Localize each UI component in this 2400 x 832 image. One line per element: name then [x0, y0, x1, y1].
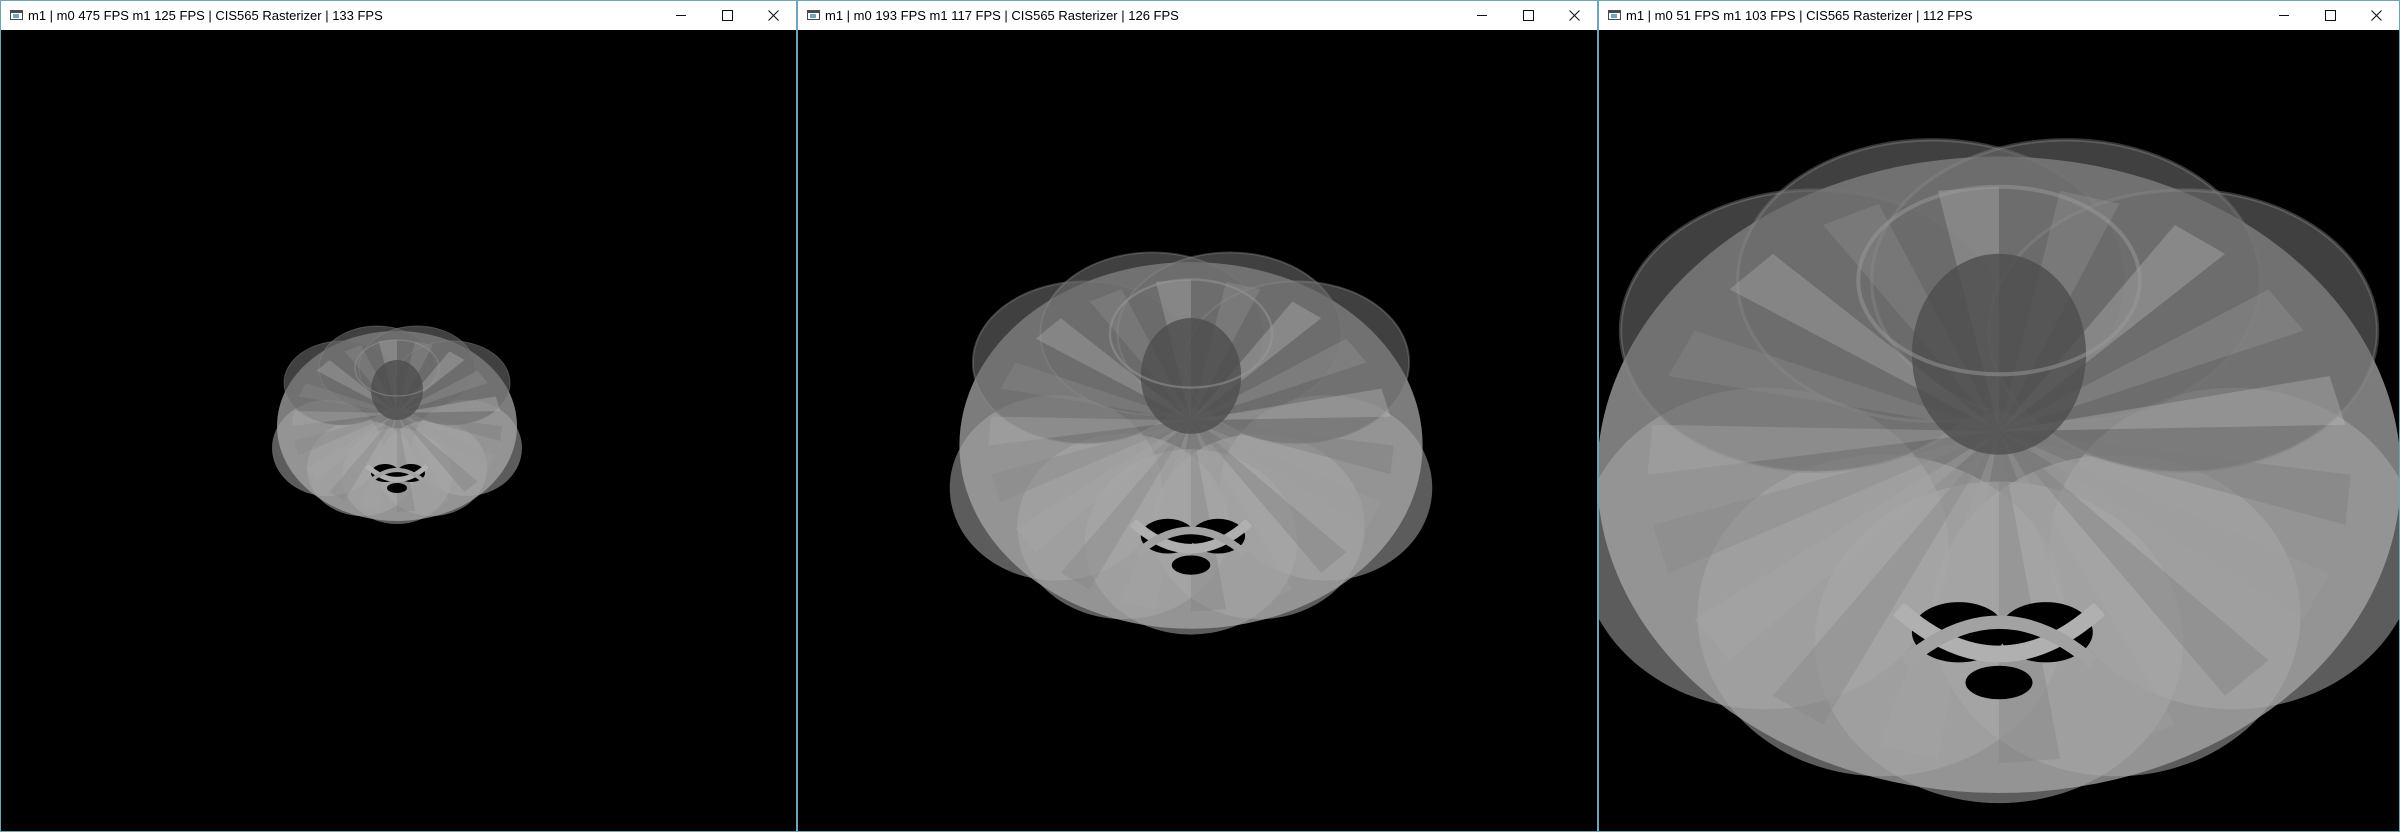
window-title: m1 | m0 193 FPS m1 117 FPS | CIS565 Rast… [825, 8, 1179, 23]
maximize-icon [2324, 10, 2336, 21]
close-icon [1568, 10, 1580, 21]
mesh-group [949, 251, 1433, 635]
rendered-mesh [1599, 138, 2399, 804]
title-bar[interactable]: m1 | m0 193 FPS m1 117 FPS | CIS565 Rast… [798, 0, 1597, 30]
close-button[interactable] [750, 1, 796, 30]
maximize-button[interactable] [2307, 1, 2353, 30]
rendered-mesh [272, 325, 522, 524]
mesh-inner-tube [371, 360, 423, 420]
maximize-button[interactable] [1505, 1, 1551, 30]
mesh-inner-tube [1911, 253, 2087, 455]
minimize-button[interactable] [658, 1, 704, 30]
render-viewport[interactable] [798, 30, 1597, 831]
maximize-button[interactable] [704, 1, 750, 30]
rasterizer-window-3[interactable]: m1 | m0 51 FPS m1 103 FPS | CIS565 Raste… [1598, 0, 2400, 832]
desktop: m1 | m0 475 FPS m1 125 FPS | CIS565 Rast… [0, 0, 2400, 832]
window-title: m1 | m0 51 FPS m1 103 FPS | CIS565 Raste… [1626, 8, 1973, 23]
minimize-icon [1476, 15, 1487, 16]
minimize-button[interactable] [2261, 1, 2307, 30]
close-icon [767, 10, 779, 21]
minimize-button[interactable] [1459, 1, 1505, 30]
mesh-inner-tube [1140, 318, 1242, 434]
close-button[interactable] [1551, 1, 1597, 30]
title-bar[interactable]: m1 | m0 51 FPS m1 103 FPS | CIS565 Raste… [1599, 0, 2399, 30]
app-window-icon[interactable] [10, 10, 23, 20]
render-viewport[interactable] [1, 30, 796, 831]
minimize-icon [2278, 15, 2289, 16]
close-button[interactable] [2353, 1, 2399, 30]
minimize-icon [675, 15, 686, 16]
app-window-icon[interactable] [807, 10, 820, 20]
close-icon [2370, 10, 2382, 21]
maximize-icon [721, 10, 733, 21]
mesh-group [272, 325, 522, 524]
app-window-icon[interactable] [1608, 10, 1621, 20]
title-bar[interactable]: m1 | m0 475 FPS m1 125 FPS | CIS565 Rast… [1, 0, 796, 30]
rendered-mesh [949, 251, 1433, 635]
window-title: m1 | m0 475 FPS m1 125 FPS | CIS565 Rast… [28, 8, 383, 23]
mesh-hole [387, 483, 407, 493]
rasterizer-window-2[interactable]: m1 | m0 193 FPS m1 117 FPS | CIS565 Rast… [797, 0, 1598, 832]
mesh-hole [1171, 555, 1211, 575]
mesh-hole [1965, 665, 2033, 700]
maximize-icon [1522, 10, 1534, 21]
rasterizer-window-1[interactable]: m1 | m0 475 FPS m1 125 FPS | CIS565 Rast… [0, 0, 797, 832]
render-viewport[interactable] [1599, 30, 2399, 831]
mesh-group [1599, 138, 2399, 804]
